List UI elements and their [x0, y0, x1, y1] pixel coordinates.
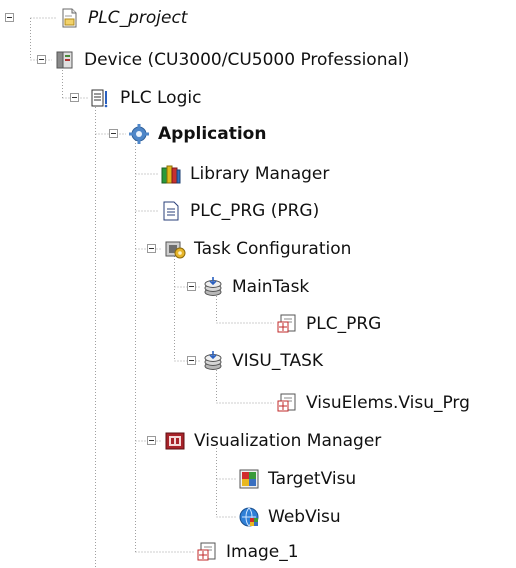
tree-item-image-1[interactable]: Image_1 — [196, 538, 299, 566]
task-icon — [202, 350, 224, 372]
tree-item-label: PLC_PRG — [306, 314, 382, 334]
target-visu-icon — [238, 468, 260, 490]
collapse-toggle[interactable] — [187, 356, 196, 365]
tree-item-label: Visualization Manager — [194, 431, 382, 451]
tree-item-plc-project[interactable]: PLC_project — [58, 4, 187, 32]
task-icon — [202, 276, 224, 298]
tree-item-device[interactable]: Device (CU3000/CU5000 Professional) — [54, 46, 409, 74]
tree-item-visu-task[interactable]: VISU_TASK — [202, 347, 323, 375]
visualization-manager-icon — [164, 430, 186, 452]
tree-item-visualization-manager[interactable]: Visualization Manager — [164, 427, 381, 455]
device-icon — [54, 49, 76, 71]
program-call-icon — [276, 392, 298, 414]
tree-item-label: WebVisu — [268, 507, 341, 527]
image-pool-icon — [196, 541, 218, 563]
tree-item-main-task[interactable]: MainTask — [202, 273, 309, 301]
tree-item-label: PLC Logic — [120, 88, 202, 108]
application-gear-icon — [128, 123, 150, 145]
project-document-icon — [58, 7, 80, 29]
tree-item-visu-elems-visu-prg[interactable]: VisuElems.Visu_Prg — [276, 389, 470, 417]
collapse-toggle[interactable] — [147, 244, 156, 253]
collapse-toggle[interactable] — [5, 13, 14, 22]
web-visu-icon — [238, 506, 260, 528]
tree-item-label: PLC_PRG (PRG) — [190, 201, 320, 221]
tree-item-target-visu[interactable]: TargetVisu — [238, 465, 356, 493]
program-call-icon — [276, 313, 298, 335]
collapse-toggle[interactable] — [70, 93, 79, 102]
tree-item-web-visu[interactable]: WebVisu — [238, 503, 341, 531]
tree-item-label: Application — [158, 124, 267, 144]
library-books-icon — [160, 163, 182, 185]
tree-item-application[interactable]: Application — [128, 120, 266, 148]
program-document-icon — [160, 200, 182, 222]
tree-item-plc-logic[interactable]: PLC Logic — [90, 84, 201, 112]
tree-item-label: TargetVisu — [268, 469, 357, 489]
tree-item-label: Device (CU3000/CU5000 Professional) — [84, 50, 410, 70]
tree-item-label: Image_1 — [226, 542, 299, 562]
tree-item-plc-prg-prg[interactable]: PLC_PRG (PRG) — [160, 197, 319, 225]
task-configuration-icon — [164, 238, 186, 260]
collapse-toggle[interactable] — [147, 436, 156, 445]
tree-item-label: PLC_project — [88, 8, 188, 28]
plc-logic-icon — [90, 87, 112, 109]
tree-item-main-task-plc-prg[interactable]: PLC_PRG — [276, 310, 381, 338]
tree-item-label: Library Manager — [190, 164, 330, 184]
collapse-toggle[interactable] — [187, 282, 196, 291]
tree-item-task-configuration[interactable]: Task Configuration — [164, 235, 351, 263]
tree-item-label: MainTask — [232, 277, 310, 297]
tree-item-label: Task Configuration — [194, 239, 352, 259]
collapse-toggle[interactable] — [37, 55, 46, 64]
tree-item-library-manager[interactable]: Library Manager — [160, 160, 329, 188]
collapse-toggle[interactable] — [109, 129, 118, 138]
tree-item-label: VISU_TASK — [232, 351, 324, 371]
project-tree: PLC_project Device (CU3000/CU5000 Profes… — [0, 0, 516, 568]
tree-item-label: VisuElems.Visu_Prg — [306, 393, 470, 413]
